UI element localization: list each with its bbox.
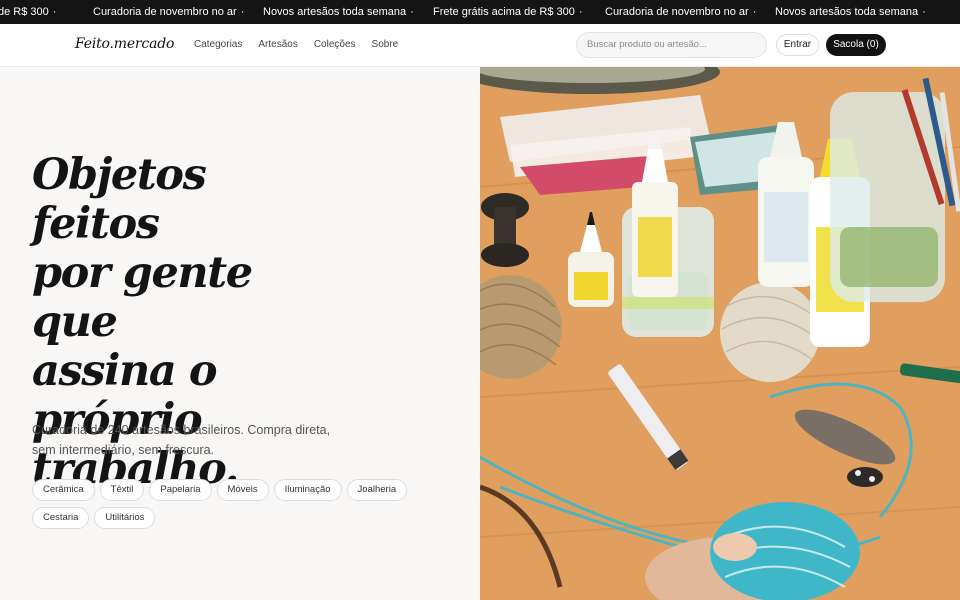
nav-link-colecoes[interactable]: Coleções [314,39,356,50]
chip-utilitarios[interactable]: Utilitários [94,507,156,529]
chip-iluminacao[interactable]: Iluminação [273,479,342,501]
headline-line: Objetos feitos [32,150,207,249]
nav-link-sobre[interactable]: Sobre [372,39,399,50]
top-navigation: Feito.mercado Categorias Artesãos Coleçõ… [0,24,960,67]
nav-link-artesaos[interactable]: Artesãos [258,39,297,50]
chip-cestaria[interactable]: Cestaria [32,507,90,529]
category-chips: Cerâmica Têxtil Papelaria Móveis Ilumina… [32,479,432,529]
announcement-ticker: de R$ 300 · Curadoria de novembro no ar · … [0,0,960,24]
crafts-table-illustration [480,67,960,600]
bag-button[interactable]: Sacola (0) [826,34,886,56]
headline-line: por gente que [32,248,253,347]
search-input[interactable]: Buscar produto ou artesão... [576,32,767,58]
chip-moveis[interactable]: Móveis [216,479,269,501]
ticker-item: Curadoria de novembro no ar · [93,6,245,18]
login-button[interactable]: Entrar [776,34,819,56]
hero-subtext: Curadoria de 240 artesãos brasileiros. C… [32,423,331,457]
nav-link-categorias[interactable]: Categorias [194,39,242,50]
headline-line: assina o [32,346,218,396]
chip-textil[interactable]: Têxtil [99,479,145,501]
hero-text-panel: Objetos feitos por gente que assina o pr… [0,67,480,600]
chip-papelaria[interactable]: Papelaria [149,479,212,501]
ticker-item: Novos artesãos toda semana · [263,6,414,18]
ticker-item: Curadoria de novembro no ar · [605,6,757,18]
brand-logo[interactable]: Feito.mercado [75,36,174,52]
ticker-item: de R$ 300 · [0,6,57,18]
ticker-item: Frete grátis acima de R$ 300 · [433,6,583,18]
ticker-item: Novos artesãos toda semana · [775,6,926,18]
hero-image [480,67,960,600]
chip-ceramica[interactable]: Cerâmica [32,479,95,501]
chip-joalheria[interactable]: Joalheria [346,479,408,501]
main-menu: Categorias Artesãos Coleções Sobre [194,39,398,50]
